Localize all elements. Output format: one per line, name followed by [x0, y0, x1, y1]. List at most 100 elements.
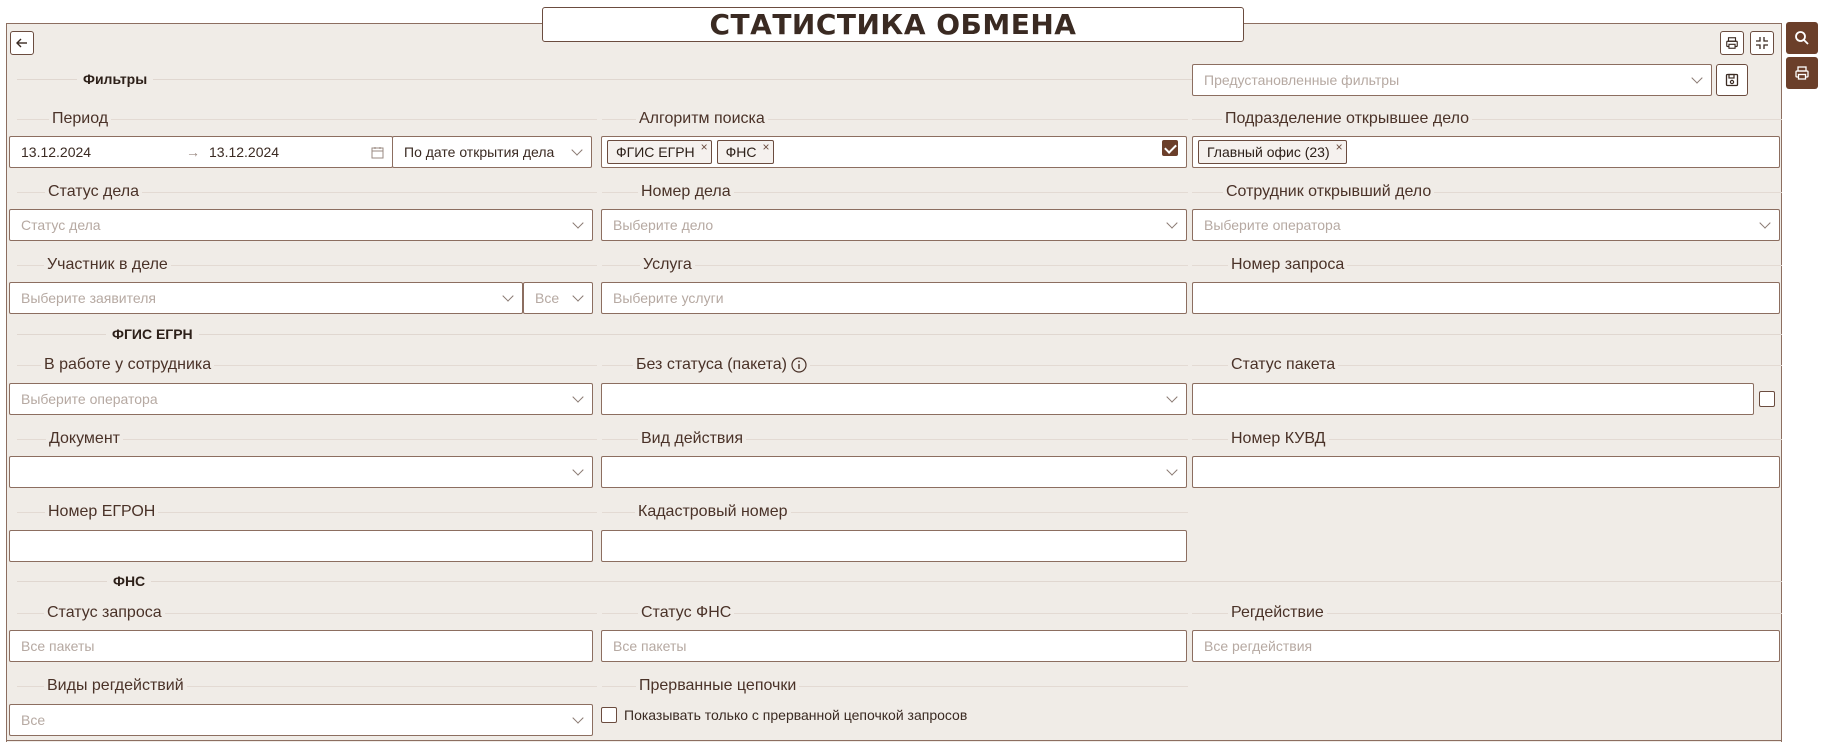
- kuvd-input[interactable]: [1192, 456, 1780, 488]
- period-from: 13.12.2024: [21, 144, 92, 160]
- participant-label: Участник в деле: [44, 256, 171, 274]
- participant-scope-value: Все: [535, 290, 560, 306]
- period-mode-value: По дате открытия дела: [404, 144, 555, 160]
- participant-select[interactable]: Выберите заявителя: [9, 282, 523, 314]
- save-icon: [1725, 73, 1739, 87]
- info-icon[interactable]: [791, 357, 807, 373]
- period-mode-select[interactable]: По дате открытия дела: [392, 136, 592, 168]
- egron-label: Номер ЕГРОН: [45, 503, 159, 521]
- no-status-label-wrap: Без статуса (пакета): [633, 356, 811, 374]
- fns-status-input[interactable]: Все пакеты: [601, 630, 1187, 662]
- case-number-label: Номер дела: [638, 183, 734, 201]
- case-status-label: Статус дела: [45, 183, 142, 201]
- reg-action-placeholder: Все регдействия: [1204, 638, 1313, 654]
- page-title: СТАТИСТИКА ОБМЕНА: [709, 8, 1077, 41]
- reg-action-types-placeholder: Все: [21, 712, 46, 728]
- broken-chains-checkbox[interactable]: [601, 707, 617, 723]
- egrn-section-label: ФГИС ЕГРН: [106, 326, 199, 342]
- package-status-checkbox[interactable]: [1759, 391, 1775, 407]
- back-button[interactable]: [10, 31, 34, 55]
- side-search-button[interactable]: [1786, 22, 1818, 54]
- algorithm-tag[interactable]: ФГИС ЕГРН ×: [607, 140, 712, 164]
- calendar-icon: [371, 147, 384, 159]
- chevron-down-icon: [502, 290, 514, 302]
- save-preset-button[interactable]: [1716, 64, 1748, 96]
- broken-chains-label: Прерванные цепочки: [636, 677, 800, 695]
- department-tag[interactable]: Главный офис (23) ×: [1198, 140, 1347, 164]
- in-work-placeholder: Выберите оператора: [21, 391, 158, 407]
- no-status-select[interactable]: [601, 383, 1187, 415]
- print-icon: [1795, 66, 1809, 80]
- broken-chains-checkbox-label[interactable]: Показывать только с прерванной цепочкой …: [624, 707, 967, 723]
- algorithm-checkbox[interactable]: [1162, 140, 1178, 156]
- case-status-select[interactable]: Статус дела: [9, 209, 593, 241]
- reg-action-label: Регдействие: [1228, 604, 1327, 622]
- cadastral-input[interactable]: [601, 530, 1187, 562]
- reg-action-types-select[interactable]: Все: [9, 704, 593, 736]
- algorithm-multiselect[interactable]: ФГИС ЕГРН × ФНС ×: [601, 136, 1187, 168]
- page-title-box: СТАТИСТИКА ОБМЕНА: [542, 7, 1244, 42]
- egrn-divider: [17, 334, 1782, 335]
- algorithm-tag[interactable]: ФНС ×: [716, 140, 774, 164]
- close-icon[interactable]: ×: [763, 140, 770, 154]
- fns-section-label: ФНС: [107, 573, 152, 589]
- algorithm-tag-label: ФГИС ЕГРН: [616, 144, 695, 160]
- request-number-label: Номер запроса: [1228, 256, 1348, 274]
- chevron-down-icon: [1166, 217, 1178, 229]
- case-number-select[interactable]: Выберите дело: [601, 209, 1187, 241]
- chevron-down-icon: [1759, 217, 1771, 229]
- arrow-right-icon: →: [186, 144, 200, 160]
- request-status-input[interactable]: Все пакеты: [9, 630, 593, 662]
- fns-status-label: Статус ФНС: [638, 604, 735, 622]
- department-multiselect[interactable]: Главный офис (23) ×: [1192, 136, 1780, 168]
- case-number-placeholder: Выберите дело: [613, 217, 714, 233]
- period-range-input[interactable]: 13.12.2024 → 13.12.2024: [9, 136, 393, 168]
- package-status-label: Статус пакета: [1228, 356, 1339, 374]
- chevron-down-icon: [572, 712, 584, 724]
- request-status-placeholder: Все пакеты: [21, 638, 95, 654]
- reg-action-types-label: Виды регдействий: [44, 677, 187, 695]
- algorithm-tag-label: ФНС: [725, 144, 757, 160]
- participant-placeholder: Выберите заявителя: [21, 290, 156, 306]
- action-type-select[interactable]: [601, 456, 1187, 488]
- period-label: Период: [49, 110, 112, 128]
- service-input[interactable]: Выберите услуги: [601, 282, 1187, 314]
- opener-select[interactable]: Выберите оператора: [1192, 209, 1780, 241]
- filters-section-label: Фильтры: [77, 71, 154, 87]
- department-tag-label: Главный офис (23): [1207, 144, 1330, 160]
- chevron-down-icon: [1166, 464, 1178, 476]
- in-work-select[interactable]: Выберите оператора: [9, 383, 593, 415]
- fns-divider: [17, 581, 1782, 582]
- chevron-down-icon: [1166, 391, 1178, 403]
- side-print-button[interactable]: [1786, 57, 1818, 89]
- in-work-label: В работе у сотрудника: [41, 356, 215, 374]
- back-arrow-icon: [16, 38, 27, 48]
- close-icon[interactable]: ×: [701, 140, 708, 154]
- department-label: Подразделение открывшее дело: [1222, 110, 1473, 128]
- close-icon[interactable]: ×: [1336, 140, 1343, 154]
- participant-scope-select[interactable]: Все: [523, 282, 593, 314]
- filters-divider: [17, 79, 1193, 80]
- service-label: Услуга: [640, 256, 695, 274]
- algorithm-label: Алгоритм поиска: [636, 110, 768, 128]
- egron-input[interactable]: [9, 530, 593, 562]
- preset-filters-select[interactable]: Предустановленные фильтры: [1192, 64, 1712, 96]
- chevron-down-icon: [572, 391, 584, 403]
- document-label: Документ: [46, 430, 123, 448]
- reg-action-input[interactable]: Все регдействия: [1192, 630, 1780, 662]
- fns-status-placeholder: Все пакеты: [613, 638, 687, 654]
- document-select[interactable]: [9, 456, 593, 488]
- request-number-input[interactable]: [1192, 282, 1780, 314]
- print-button[interactable]: [1720, 31, 1744, 55]
- table-top-border: [7, 740, 1781, 741]
- fullscreen-exit-icon: [1756, 37, 1768, 49]
- case-status-placeholder: Статус дела: [21, 217, 101, 233]
- filter-panel: Фильтры Предустановленные фильтры Период…: [6, 23, 1782, 742]
- request-status-label: Статус запроса: [44, 604, 165, 622]
- chevron-down-icon: [572, 464, 584, 476]
- package-status-input[interactable]: [1192, 383, 1754, 415]
- cadastral-label: Кадастровый номер: [635, 503, 791, 521]
- fullscreen-exit-button[interactable]: [1750, 31, 1774, 55]
- chevron-down-icon: [1691, 72, 1703, 84]
- service-placeholder: Выберите услуги: [613, 290, 724, 306]
